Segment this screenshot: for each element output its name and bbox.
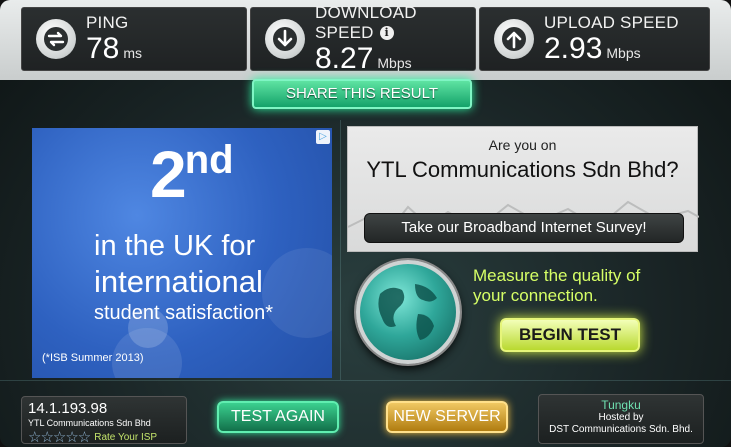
download-panel: DOWNLOAD SPEED i 8.27 Mbps: [250, 3, 476, 75]
hosted-by-label: Hosted by: [598, 412, 644, 423]
arrow-up-icon: [494, 19, 534, 59]
download-label: DOWNLOAD SPEED: [315, 3, 417, 42]
download-value: 8.27: [315, 42, 374, 75]
test-again-button[interactable]: TEST AGAIN: [217, 401, 339, 433]
ping-label: PING: [86, 13, 129, 32]
rate-isp-link[interactable]: Rate Your ISP: [94, 432, 157, 443]
measure-line: Measure the quality of: [473, 266, 641, 285]
upload-label: UPLOAD SPEED: [544, 13, 679, 32]
download-unit: Mbps: [377, 55, 412, 71]
ad-footnote: (*ISB Summer 2013): [42, 352, 144, 364]
adchoices-icon[interactable]: ▷: [316, 130, 330, 144]
isp-info-box: 14.1.193.98 YTL Communications Sdn Bhd ☆…: [21, 396, 187, 446]
rating-stars[interactable]: ☆☆☆☆☆: [28, 429, 91, 446]
share-result-button[interactable]: SHARE THIS RESULT: [252, 79, 472, 109]
ping-panel: PING 78 ms: [21, 7, 247, 71]
begin-test-button[interactable]: BEGIN TEST: [500, 318, 640, 352]
ip-address: 14.1.193.98: [28, 400, 108, 417]
bottom-bar: 14.1.193.98 YTL Communications Sdn Bhd ☆…: [0, 388, 731, 447]
grid-line: [0, 380, 731, 381]
grid-line: [340, 120, 341, 380]
measure-line: your connection.: [473, 286, 598, 305]
server-info-box: Tungku Hosted by DST Communications Sdn.…: [538, 394, 704, 444]
ad-rank-suffix: nd: [184, 138, 234, 182]
upload-value: 2.93: [544, 32, 603, 65]
isp-survey-panel: Are you on YTL Communications Sdn Bhd? T…: [347, 126, 699, 252]
ad-line: international: [94, 264, 263, 299]
ping-unit: ms: [123, 45, 143, 61]
isp-name: YTL Communications Sdn Bhd: [28, 418, 151, 428]
speedtest-frame: PING 78 ms DOWNLOAD SPEED i 8.27 Mbps UPLOA…: [0, 0, 731, 447]
host-name: DST Communications Sdn. Bhd.: [549, 424, 693, 435]
upload-unit: Mbps: [606, 45, 641, 61]
swap-arrows-icon: [36, 19, 76, 59]
globe-icon[interactable]: [356, 260, 460, 364]
server-city: Tungku: [601, 398, 641, 412]
ad-rank: 2: [150, 137, 187, 211]
new-server-button[interactable]: NEW SERVER: [386, 401, 508, 433]
survey-isp-name: YTL Communications Sdn Bhd?: [366, 157, 679, 182]
ad-headline: 2nd: [150, 136, 234, 212]
advertisement[interactable]: ▷ 2nd in the UK for international studen…: [32, 128, 332, 378]
measure-text: Measure the quality of your connection.: [473, 266, 640, 306]
ad-line: student satisfaction*: [94, 302, 273, 324]
upload-panel: UPLOAD SPEED 2.93 Mbps: [479, 7, 710, 71]
ad-line: in the UK for: [94, 230, 256, 262]
info-icon[interactable]: i: [379, 26, 394, 40]
take-survey-button[interactable]: Take our Broadband Internet Survey!: [364, 213, 684, 243]
arrow-down-icon: [265, 19, 305, 59]
ping-value: 78: [86, 32, 120, 65]
survey-question: Are you on: [488, 137, 557, 153]
